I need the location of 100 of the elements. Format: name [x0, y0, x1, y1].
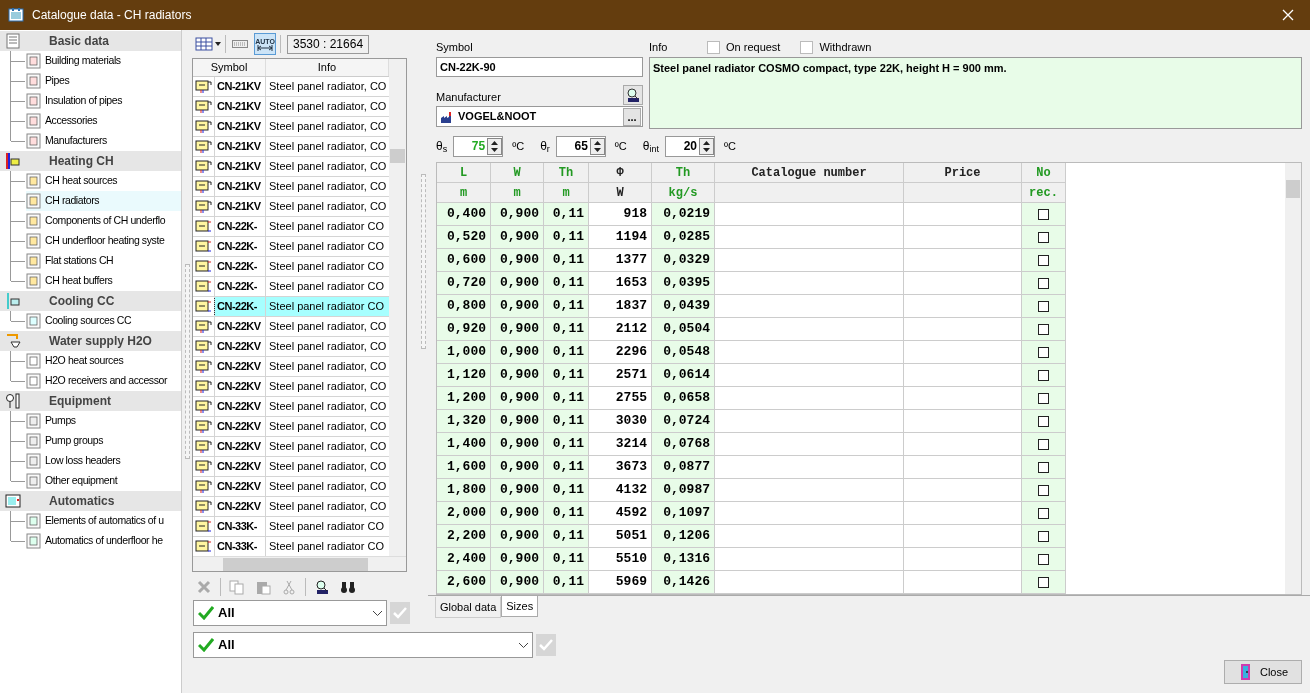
table-cell[interactable]: [715, 203, 904, 226]
filter-dropdown[interactable]: All: [193, 600, 387, 626]
table-cell[interactable]: [715, 295, 904, 318]
table-cell[interactable]: 3214: [589, 433, 652, 456]
tree-group-header[interactable]: Heating CH: [0, 151, 181, 171]
browse-button[interactable]: ...: [623, 107, 641, 126]
checkbox[interactable]: [1038, 461, 1049, 473]
table-cell[interactable]: 3030: [589, 410, 652, 433]
table-cell[interactable]: 0,900: [491, 456, 544, 479]
manufacturer-field[interactable]: VOGEL&NOOT ...: [436, 106, 643, 127]
table-cell[interactable]: 0,0658: [652, 387, 715, 410]
tree-group-header[interactable]: Water supply H2O: [0, 331, 181, 351]
table-cell[interactable]: 2296: [589, 341, 652, 364]
table-cell[interactable]: 0,11: [544, 456, 589, 479]
close-button[interactable]: Close: [1224, 660, 1302, 684]
info-cell[interactable]: Steel panel radiator, CO: [266, 156, 389, 176]
table-cell[interactable]: 0,11: [544, 571, 589, 594]
symbol-cell[interactable]: CN-21KV: [215, 76, 266, 96]
table-cell[interactable]: 0,0724: [652, 410, 715, 433]
column-header[interactable]: Price: [904, 163, 1022, 183]
tab[interactable]: Sizes: [501, 596, 539, 617]
table-cell[interactable]: [904, 456, 1022, 479]
table-cell[interactable]: [904, 203, 1022, 226]
close-icon[interactable]: [1282, 9, 1294, 21]
temperature-spinbox[interactable]: 65: [555, 135, 606, 157]
table-cell[interactable]: 1837: [589, 295, 652, 318]
checkbox[interactable]: [1038, 530, 1049, 542]
tree-group-header[interactable]: Automatics: [0, 491, 181, 511]
table-cell[interactable]: [904, 525, 1022, 548]
info-cell[interactable]: Steel panel radiator, CO: [266, 496, 389, 516]
table-cell[interactable]: 0,520: [437, 226, 491, 249]
info-cell[interactable]: Steel panel radiator, CO: [266, 316, 389, 336]
table-cell[interactable]: 0,900: [491, 341, 544, 364]
checkbox[interactable]: [1038, 277, 1049, 289]
table-cell[interactable]: 0,11: [544, 433, 589, 456]
tree-item[interactable]: Pump groups: [26, 431, 181, 451]
table-cell[interactable]: [904, 295, 1022, 318]
info-cell[interactable]: Steel panel radiator, CO: [266, 336, 389, 356]
symbol-cell[interactable]: CN-22K-: [215, 236, 266, 256]
table-cell[interactable]: 0,900: [491, 410, 544, 433]
table-cell[interactable]: [904, 548, 1022, 571]
tree-item[interactable]: Elements of automatics of u: [26, 511, 181, 531]
symbol-cell[interactable]: CN-22K-: [215, 276, 266, 296]
symbol-cell[interactable]: CN-21KV: [215, 136, 266, 156]
table-cell[interactable]: 0,0219: [652, 203, 715, 226]
table-cell[interactable]: [904, 410, 1022, 433]
info-cell[interactable]: Steel panel radiator, CO: [266, 116, 389, 136]
tree-item[interactable]: Building materials: [26, 51, 181, 71]
symbol-cell[interactable]: CN-21KV: [215, 196, 266, 216]
info-cell[interactable]: Steel panel radiator CO: [266, 276, 389, 296]
checkbox[interactable]: [1038, 208, 1049, 220]
table-cell[interactable]: 0,600: [437, 249, 491, 272]
column-header[interactable]: Catalogue number: [715, 163, 904, 183]
table-cell[interactable]: [904, 341, 1022, 364]
table-cell[interactable]: 1377: [589, 249, 652, 272]
tree-group-header[interactable]: Equipment: [0, 391, 181, 411]
info-cell[interactable]: Steel panel radiator, CO: [266, 176, 389, 196]
vertical-scrollbar[interactable]: [389, 59, 406, 556]
info-cell[interactable]: Steel panel radiator, CO: [266, 416, 389, 436]
table-cell[interactable]: 0,0877: [652, 456, 715, 479]
info-cell[interactable]: Steel panel radiator, CO: [266, 456, 389, 476]
table-cell[interactable]: [715, 456, 904, 479]
tree-item[interactable]: CH underfloor heating syste: [26, 231, 181, 251]
table-cell[interactable]: [715, 272, 904, 295]
table-cell[interactable]: [904, 272, 1022, 295]
checkbox[interactable]: [1038, 415, 1049, 427]
table-cell[interactable]: 0,0439: [652, 295, 715, 318]
table-cell[interactable]: 0,720: [437, 272, 491, 295]
table-cell[interactable]: 0,900: [491, 548, 544, 571]
tree-item[interactable]: Accessories: [26, 111, 181, 131]
table-cell[interactable]: 0,900: [491, 479, 544, 502]
table-cell[interactable]: 1194: [589, 226, 652, 249]
table-cell[interactable]: [715, 502, 904, 525]
table-cell[interactable]: [715, 548, 904, 571]
vertical-scrollbar[interactable]: [1285, 163, 1301, 594]
table-cell[interactable]: [715, 341, 904, 364]
checkbox[interactable]: [1038, 438, 1049, 450]
table-cell[interactable]: 0,11: [544, 525, 589, 548]
tree-item[interactable]: Flat stations CH: [26, 251, 181, 271]
column-header[interactable]: Φ: [589, 163, 652, 183]
tree-item[interactable]: Components of CH underflo: [26, 211, 181, 231]
checkbox[interactable]: [1038, 507, 1049, 519]
symbol-cell[interactable]: CN-22KV: [215, 496, 266, 516]
table-cell[interactable]: 0,900: [491, 318, 544, 341]
checkbox[interactable]: [1038, 392, 1049, 404]
tree-group-header[interactable]: Cooling CC: [0, 291, 181, 311]
info-cell[interactable]: Steel panel radiator CO: [266, 516, 389, 536]
table-cell[interactable]: 0,900: [491, 387, 544, 410]
symbol-field[interactable]: CN-22K-90: [436, 57, 643, 77]
table-cell[interactable]: 0,0504: [652, 318, 715, 341]
table-cell[interactable]: 918: [589, 203, 652, 226]
table-cell[interactable]: 0,0395: [652, 272, 715, 295]
table-cell[interactable]: 1,200: [437, 387, 491, 410]
table-cell[interactable]: 0,900: [491, 295, 544, 318]
table-cell[interactable]: [715, 226, 904, 249]
table-cell[interactable]: 0,11: [544, 295, 589, 318]
table-cell[interactable]: [715, 318, 904, 341]
table-cell[interactable]: 0,11: [544, 226, 589, 249]
table-cell[interactable]: [715, 571, 904, 594]
checkbox[interactable]: [1038, 323, 1049, 335]
